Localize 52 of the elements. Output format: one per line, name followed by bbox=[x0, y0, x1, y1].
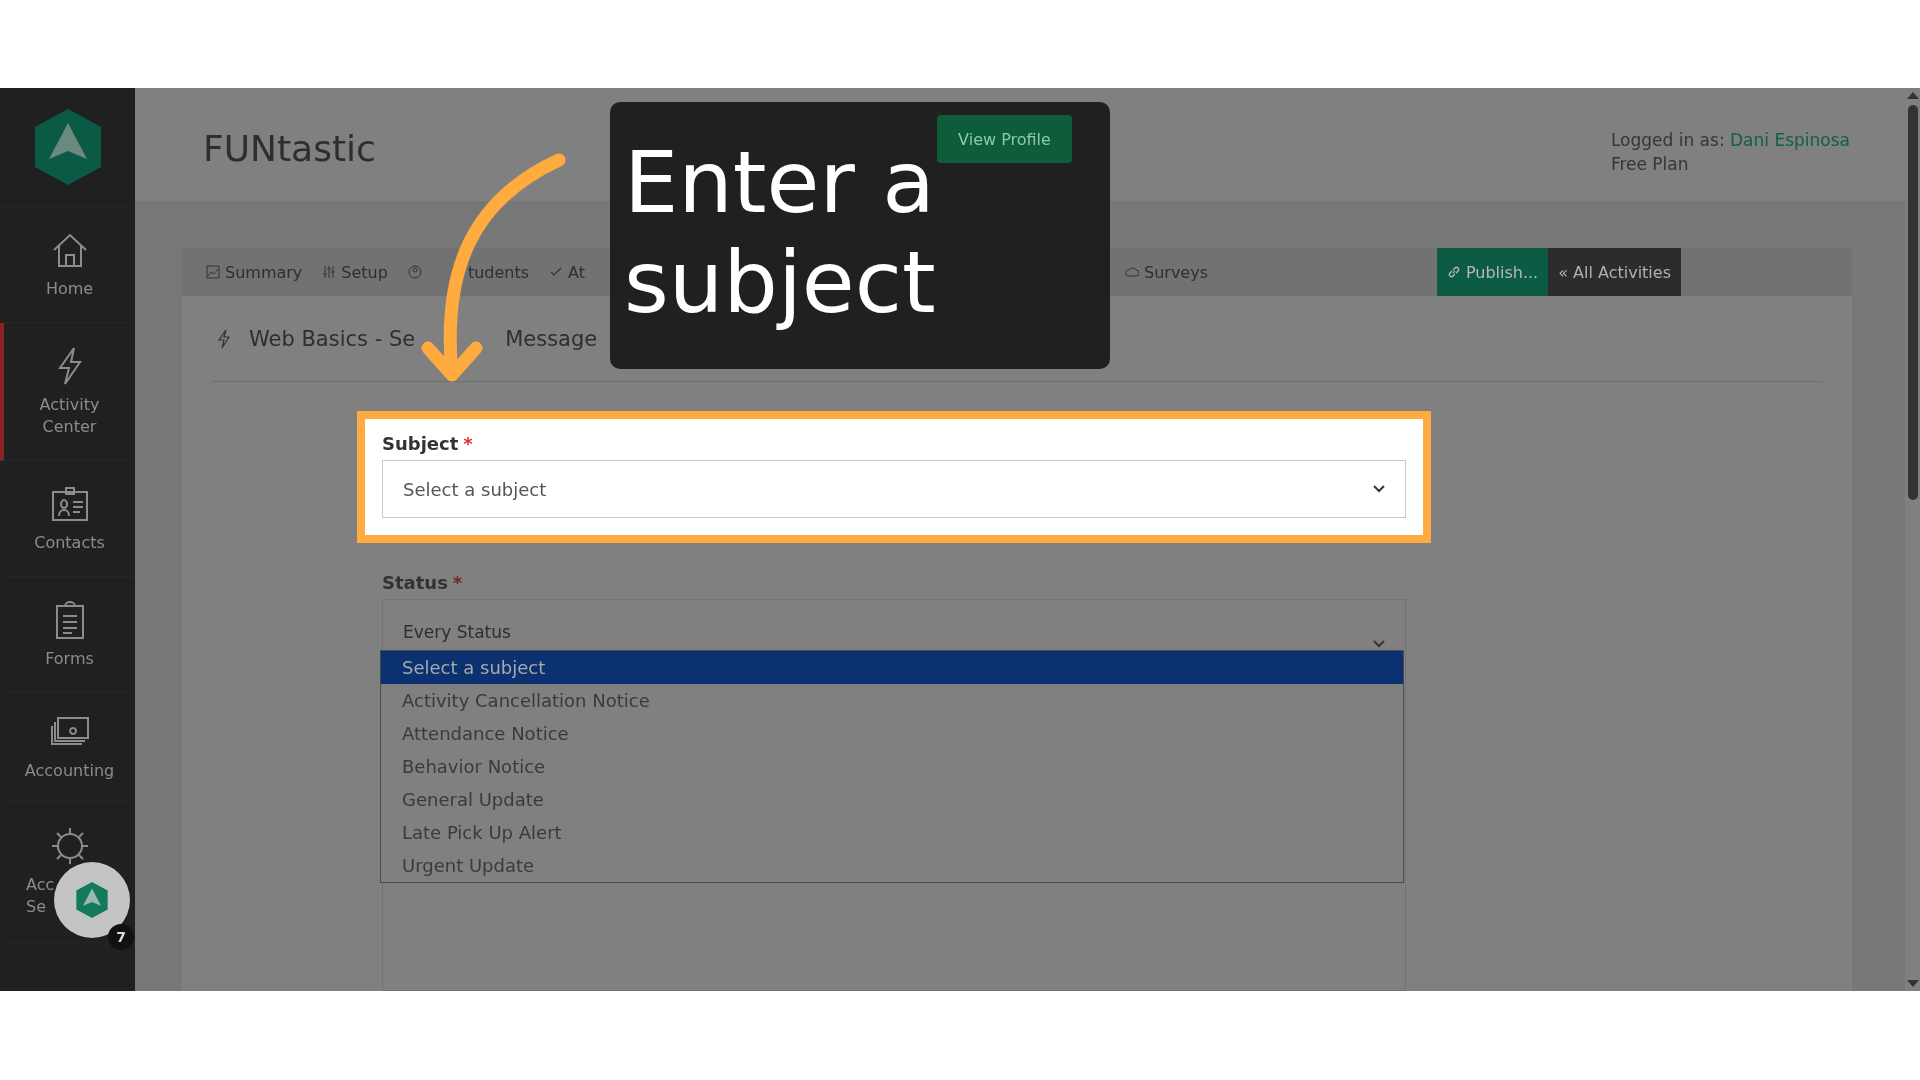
dropdown-option[interactable]: Urgent Update bbox=[381, 849, 1403, 882]
dropdown-option[interactable]: General Update bbox=[381, 783, 1403, 816]
logo-icon bbox=[32, 107, 103, 187]
scrollbar[interactable] bbox=[1905, 88, 1920, 991]
sidebar-label: Accounting bbox=[24, 760, 115, 782]
tab[interactable]: tudents bbox=[397, 248, 540, 296]
chevron-down-icon bbox=[1373, 640, 1385, 648]
tab[interactable]: At bbox=[539, 248, 595, 296]
gear-icon bbox=[49, 826, 90, 866]
sidebar-label: Contacts bbox=[33, 531, 106, 554]
page-title: Web Basics - Se bbox=[249, 326, 416, 351]
view-profile-button[interactable]: View Profile bbox=[937, 115, 1072, 163]
subject-select[interactable]: Select a subject bbox=[382, 460, 1406, 518]
link-icon bbox=[1446, 265, 1461, 279]
sliders-icon bbox=[322, 265, 337, 279]
select-value: Every Status bbox=[403, 622, 512, 642]
select-placeholder: Select a subject bbox=[403, 478, 548, 500]
sidebar-item[interactable]: Activity Center bbox=[0, 323, 135, 461]
org-title: FUNtastic bbox=[203, 128, 376, 169]
sidebar-item[interactable]: Contacts bbox=[0, 461, 135, 577]
page-title: Message bbox=[505, 326, 598, 351]
user-link[interactable]: Dani Espinosa bbox=[1730, 130, 1850, 150]
plan-label: Free Plan bbox=[1610, 154, 1690, 174]
logged-in-label: Logged in as: bbox=[1610, 130, 1725, 150]
dropdown-option[interactable]: Late Pick Up Alert bbox=[381, 816, 1403, 849]
tab[interactable]: « All Activities bbox=[1548, 248, 1681, 296]
field-label: Subject bbox=[382, 433, 459, 454]
sidebar-label: Home bbox=[44, 277, 95, 300]
chevron-down-icon bbox=[1373, 485, 1385, 493]
required-asterisk: * bbox=[452, 572, 463, 593]
tab[interactable]: Summary bbox=[196, 248, 313, 296]
lightning-icon bbox=[217, 328, 231, 349]
dropdown-option[interactable]: Activity Cancellation Notice bbox=[381, 684, 1403, 717]
sidebar-label: Activity Center bbox=[38, 393, 101, 438]
sidebar-label: Forms bbox=[44, 647, 95, 670]
cloud-icon bbox=[1125, 265, 1139, 279]
dropdown-option[interactable]: Behavior Notice bbox=[381, 750, 1403, 783]
field-label: Status bbox=[382, 572, 448, 593]
tab[interactable]: Publish... bbox=[1436, 248, 1549, 296]
chart-icon bbox=[206, 265, 220, 279]
required-asterisk: * bbox=[463, 433, 473, 454]
sidebar-item[interactable]: Forms bbox=[0, 577, 135, 693]
sidebar-item[interactable]: Home bbox=[0, 207, 135, 323]
person-icon bbox=[407, 265, 422, 279]
tab[interactable]: Setup bbox=[312, 248, 398, 296]
sidebar-item[interactable]: Accounting bbox=[0, 693, 135, 802]
callout-text: Enter a subject bbox=[624, 132, 937, 332]
tab[interactable]: Surveys bbox=[1115, 248, 1218, 296]
sidebar-label: Acc Se bbox=[26, 874, 56, 918]
dropdown-option[interactable]: Attendance Notice bbox=[381, 717, 1403, 750]
dropdown-option[interactable]: Select a subject bbox=[381, 651, 1403, 684]
logo-icon bbox=[75, 881, 109, 919]
